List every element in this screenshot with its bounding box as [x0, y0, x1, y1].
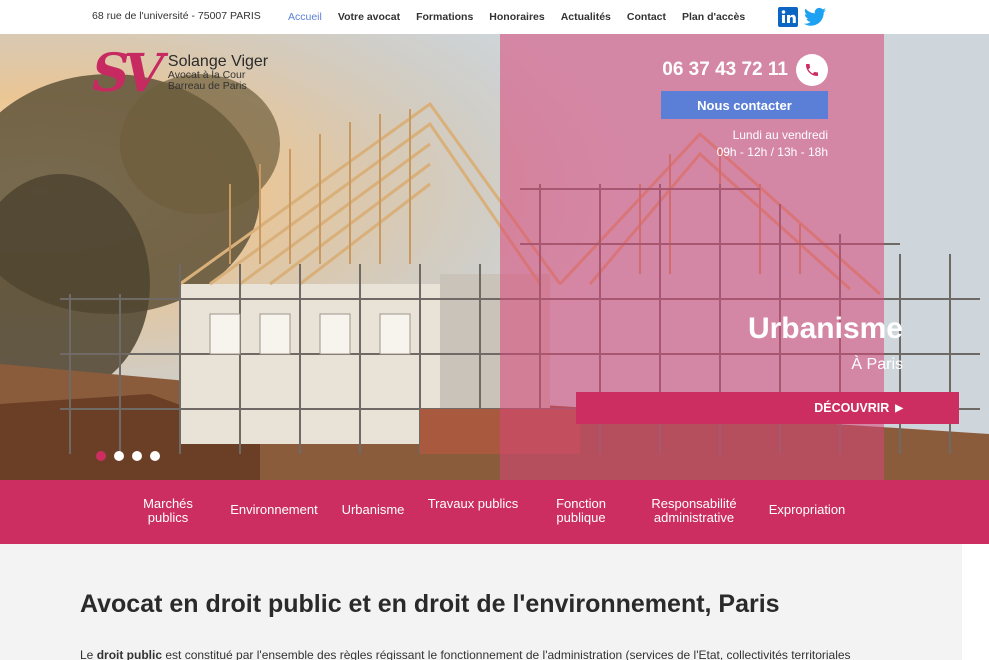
- main-content: Avocat en droit public et en droit de l'…: [0, 544, 962, 660]
- right-edge-strip: [962, 544, 989, 660]
- category-fonction-publique[interactable]: Fonction publique: [546, 497, 616, 525]
- logo-mark: SV: [92, 43, 164, 104]
- category-marches-publics[interactable]: Marchés publics: [136, 497, 200, 525]
- intro-paragraph: Le droit public est constitué par l'ense…: [80, 648, 920, 660]
- twitter-icon[interactable]: [804, 7, 826, 27]
- logo-text: Solange Viger Avocat à la Cour Barreau d…: [168, 54, 268, 92]
- play-arrow-icon: ▶: [895, 402, 903, 414]
- nav-contact[interactable]: Contact: [627, 11, 666, 23]
- hours-days: Lundi au vendredi: [732, 128, 828, 142]
- main-nav: Accueil Votre avocat Formations Honorair…: [288, 11, 761, 23]
- phone-row: 06 37 43 72 11: [662, 54, 828, 86]
- contact-button[interactable]: Nous contacter: [661, 91, 828, 119]
- hero-slider: SV Solange Viger Avocat à la Cour Barrea…: [0, 34, 989, 480]
- site-logo[interactable]: SV Solange Viger Avocat à la Cour Barrea…: [92, 43, 268, 104]
- category-environnement[interactable]: Environnement: [222, 503, 326, 517]
- nav-accueil[interactable]: Accueil: [288, 11, 322, 23]
- category-travaux-publics[interactable]: Travaux publics: [420, 497, 526, 511]
- category-expropriation[interactable]: Expropriation: [760, 503, 854, 517]
- phone-icon[interactable]: [796, 54, 828, 86]
- nav-formations[interactable]: Formations: [416, 11, 473, 23]
- slider-dots: [96, 451, 160, 461]
- paragraph-rest: est constitué par l'ensemble des règles …: [162, 648, 851, 660]
- paragraph-prefix: Le: [80, 648, 97, 660]
- logo-line2: Barreau de Paris: [167, 80, 247, 92]
- slide-title: Urbanisme: [747, 312, 903, 345]
- phone-number[interactable]: 06 37 43 72 11: [662, 59, 788, 81]
- address-text: 68 rue de l'université - 75007 PARIS: [92, 10, 261, 22]
- slider-dot-4[interactable]: [150, 451, 160, 461]
- page-title: Avocat en droit public et en droit de l'…: [80, 590, 780, 618]
- nav-honoraires[interactable]: Honoraires: [489, 11, 544, 23]
- nav-votre-avocat[interactable]: Votre avocat: [338, 11, 400, 23]
- nav-actualites[interactable]: Actualités: [561, 11, 611, 23]
- slider-dot-1[interactable]: [96, 451, 106, 461]
- slider-dot-2[interactable]: [114, 451, 124, 461]
- practice-areas-bar: Marchés publics Environnement Urbanisme …: [0, 480, 989, 544]
- nav-plan-acces[interactable]: Plan d'accès: [682, 11, 745, 23]
- slider-dot-3[interactable]: [132, 451, 142, 461]
- linkedin-icon[interactable]: [778, 7, 798, 27]
- logo-name: Solange Viger: [167, 53, 269, 70]
- category-urbanisme[interactable]: Urbanisme: [336, 503, 410, 517]
- discover-label: DÉCOUVRIR: [814, 401, 890, 415]
- category-responsabilite-administrative[interactable]: Responsabilité administrative: [640, 497, 748, 525]
- discover-button[interactable]: DÉCOUVRIR ▶: [576, 392, 959, 424]
- top-bar: 68 rue de l'université - 75007 PARIS Acc…: [0, 0, 989, 34]
- hours-times: 09h - 12h / 13h - 18h: [716, 145, 828, 159]
- paragraph-bold: droit public: [96, 648, 163, 660]
- opening-hours: Lundi au vendredi 09h - 12h / 13h - 18h: [717, 127, 828, 161]
- slide-subtitle: À Paris: [851, 356, 903, 373]
- social-links: [778, 7, 826, 27]
